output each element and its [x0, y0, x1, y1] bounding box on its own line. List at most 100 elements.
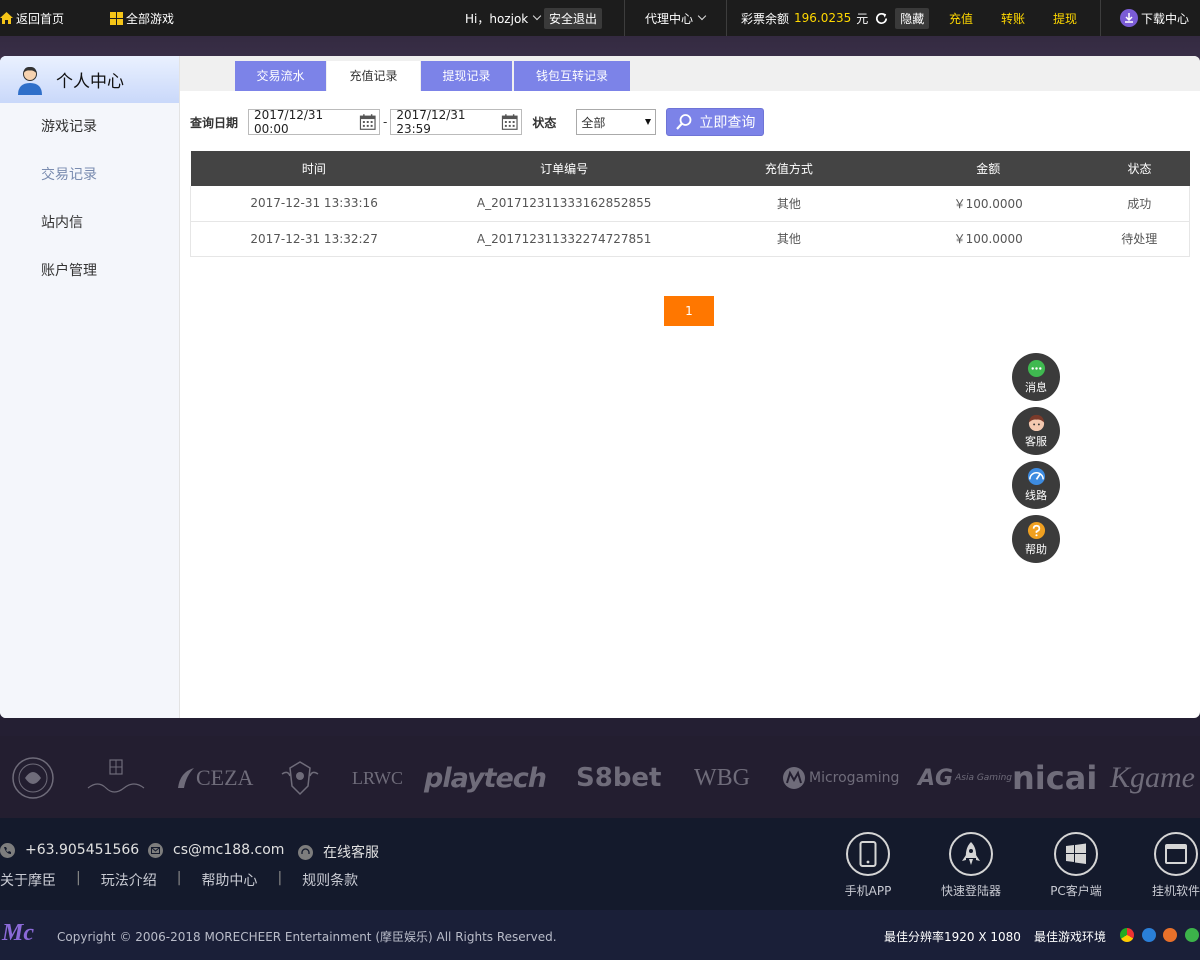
column-header-status: 状态 [1089, 151, 1190, 186]
recharge-link[interactable]: 充值 [949, 0, 973, 36]
email-contact[interactable]: cs@mc188.com [148, 842, 284, 858]
home-label: 返回首页 [16, 11, 65, 26]
end-date-input[interactable]: 2017/12/31 23:59 [390, 108, 523, 136]
lrwc-logo-text: LRWC [352, 767, 404, 788]
footer-links: 关于摩臣 | 玩法介绍 | 帮助中心 | 规则条款 [0, 870, 358, 890]
firefox-icon [1163, 928, 1177, 942]
download-center-link[interactable]: 下载中心 [1120, 0, 1189, 36]
help-icon [1027, 521, 1045, 540]
user-menu[interactable]: Hi，hozjok [465, 0, 542, 36]
tab-transaction-flow[interactable]: 交易流水 [235, 61, 326, 91]
top-bar: 返回首页 全部游戏 Hi，hozjok 安全退出 代理中心 彩票余额 196.0… [0, 0, 1200, 36]
cell-order-id: A_201712311332274727851 [437, 221, 692, 257]
message-float-button[interactable]: 消息 [1012, 353, 1060, 401]
pc-client-download[interactable]: PC客户端 [1031, 832, 1121, 899]
status-label: 状态 [532, 115, 557, 130]
chrome-icon [1120, 928, 1134, 942]
hide-balance-button[interactable]: 隐藏 [895, 7, 930, 29]
sidebar: 个人中心 游戏记录 交易记录 站内信 账户管理 [0, 56, 180, 718]
playtech-logo: playtech [424, 758, 547, 798]
status-select[interactable]: 全部 [576, 109, 657, 135]
balance-label: 彩票余额 [741, 11, 790, 26]
sidebar-item-transaction-records[interactable]: 交易记录 [0, 151, 179, 199]
site-logo: Mc [2, 920, 34, 947]
hosting-software-download[interactable]: 挂机软件 [1131, 832, 1200, 899]
sidebar-header: 个人中心 [0, 56, 179, 103]
sidebar-menu: 游戏记录 交易记录 站内信 账户管理 [0, 103, 179, 295]
route-float-button[interactable]: 线路 [1012, 461, 1060, 509]
message-label: 消息 [1025, 381, 1047, 394]
ceza-logo: CEZA [176, 758, 253, 798]
agent-center-menu[interactable]: 代理中心 [645, 0, 707, 36]
sidebar-item-game-records[interactable]: 游戏记录 [0, 103, 179, 151]
playtech-logo-text: playtech [424, 762, 547, 794]
online-service-link[interactable]: 在线客服 [298, 842, 379, 862]
divider [726, 0, 727, 36]
tab-recharge-records[interactable]: 充值记录 [327, 61, 420, 91]
recharge-records-table: 时间 订单编号 充值方式 金额 状态 2017-12-31 13:33:16 A… [190, 151, 1190, 257]
balance-value: 196.0235 [794, 11, 852, 25]
copyright-bar: Mc Copyright © 2006-2018 MORECHEER Enter… [0, 910, 1200, 960]
search-icon [676, 114, 692, 130]
query-button-label: 立即查询 [699, 115, 756, 131]
browser-360-icon [1185, 928, 1199, 942]
cell-status: 成功 [1089, 186, 1190, 222]
footer-link-terms[interactable]: 规则条款 [302, 870, 358, 890]
seal-logo-icon [10, 757, 56, 799]
sidebar-item-account-management[interactable]: 账户管理 [0, 247, 179, 295]
user-avatar-icon [18, 66, 42, 95]
sidebar-title: 个人中心 [56, 72, 124, 92]
footer-link-gameplay[interactable]: 玩法介绍 [101, 870, 157, 890]
service-float-button[interactable]: 客服 [1012, 407, 1060, 455]
nicai-logo: nicai [1012, 758, 1097, 798]
table-row: 2017-12-31 13:33:16 A_201712311333162852… [190, 186, 1190, 222]
windows-icon [1066, 843, 1086, 864]
ag-logo-subtext: Asia Gaming [955, 773, 1012, 783]
column-header-amount: 金额 [886, 151, 1090, 186]
withdraw-link[interactable]: 提现 [1053, 0, 1077, 36]
column-header-order-id: 订单编号 [437, 151, 692, 186]
query-button[interactable]: 立即查询 [666, 108, 765, 136]
microgaming-logo-text: Microgaming [809, 770, 900, 786]
all-games-label: 全部游戏 [126, 11, 175, 26]
logout-button[interactable]: 安全退出 [544, 7, 603, 29]
cell-amount: ￥100.0000 [886, 186, 1090, 222]
link-separator: | [76, 870, 81, 886]
link-separator: | [176, 870, 182, 886]
pagination-page-1[interactable]: 1 [664, 296, 714, 326]
hosting-software-label: 挂机软件 [1151, 884, 1200, 898]
window-app-icon [1165, 844, 1187, 864]
asia-gaming-logo: AG Asia Gaming [918, 758, 1012, 798]
sbet-logo-text: S8bet [576, 763, 662, 793]
cell-amount: ￥100.0000 [886, 221, 1090, 257]
status-select-value: 全部 [581, 115, 606, 130]
home-link[interactable]: 返回首页 [0, 0, 64, 36]
calendar-icon[interactable] [501, 113, 518, 131]
rocket-icon [962, 842, 980, 865]
wbg-logo: WBG [694, 758, 750, 798]
cell-method: 其他 [691, 186, 887, 222]
help-float-button[interactable]: 帮助 [1012, 515, 1060, 563]
refresh-icon[interactable] [874, 11, 889, 26]
footer-link-about[interactable]: 关于摩臣 [0, 870, 56, 890]
quick-launcher-download[interactable]: 快速登陆器 [926, 832, 1016, 899]
tab-withdraw-records[interactable]: 提现记录 [421, 61, 512, 91]
sidebar-item-inbox[interactable]: 站内信 [0, 199, 179, 247]
mobile-phone-icon [859, 841, 877, 867]
dropdown-arrow-icon [645, 119, 652, 125]
cell-method: 其他 [691, 221, 887, 257]
chat-bubble-icon [1027, 359, 1045, 378]
calendar-icon[interactable] [359, 113, 376, 131]
all-games-link[interactable]: 全部游戏 [110, 0, 174, 36]
end-date-value: 2017/12/31 23:59 [396, 108, 466, 136]
partner-logos-strip: CEZA LRWC playtech S8bet WBG Microgaming… [0, 736, 1200, 818]
tab-wallet-transfer-records[interactable]: 钱包互转记录 [514, 61, 630, 91]
transfer-link[interactable]: 转账 [1001, 0, 1025, 36]
footer-link-help[interactable]: 帮助中心 [201, 870, 257, 890]
download-center-label: 下载中心 [1141, 11, 1190, 26]
ag-logo-text: AG [918, 765, 954, 791]
start-date-input[interactable]: 2017/12/31 00:00 [248, 108, 381, 136]
table-row: 2017-12-31 13:32:27 A_201712311332274727… [190, 221, 1190, 257]
chevron-down-icon [697, 11, 707, 21]
mobile-app-download[interactable]: 手机APP [823, 832, 913, 899]
